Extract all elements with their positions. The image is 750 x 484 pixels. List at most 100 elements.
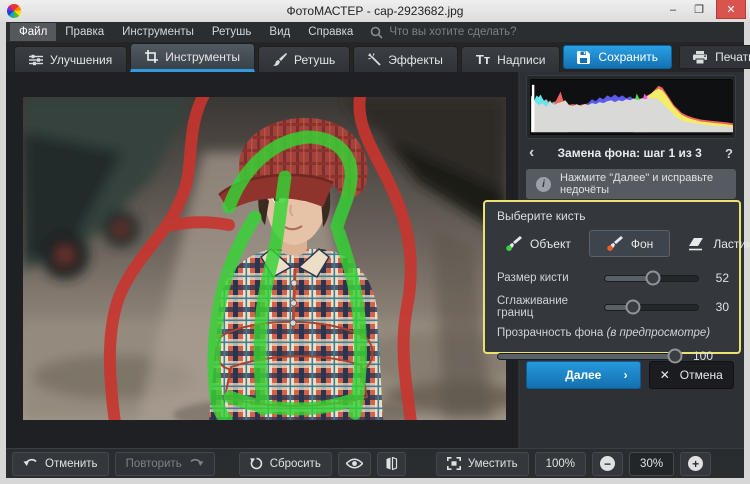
tab-tools[interactable]: Инструменты: [130, 43, 255, 72]
eraser-label: Ластик: [713, 237, 750, 251]
print-label: Печать: [715, 50, 750, 64]
edge-smoothing-row: Сглаживание границ 30: [497, 295, 729, 319]
background-opacity-note: (в предпросмотре): [607, 327, 711, 339]
background-brush-icon: [606, 236, 623, 251]
app-window: ФотоМАСТЕР - cap-2923682.jpg – ❐ ✕ Файл …: [0, 0, 750, 484]
sliders-icon: [29, 54, 43, 66]
object-brush-button[interactable]: Объект: [497, 231, 579, 256]
histogram-chart: [531, 80, 733, 134]
menu-view[interactable]: Вид: [260, 23, 299, 41]
eraser-icon: [688, 237, 705, 251]
reset-button[interactable]: Сбросить: [239, 452, 332, 476]
background-opacity-row: 100: [497, 344, 729, 368]
fit-button[interactable]: Уместить: [436, 452, 529, 476]
brush-panel-title: Выберите кисть: [497, 209, 729, 223]
undo-label: Отменить: [45, 458, 98, 470]
save-label: Сохранить: [598, 50, 658, 64]
zoom-out-button[interactable]: −: [592, 452, 623, 476]
brush-settings-panel: Выберите кисть Объект Фон Ластик Размер …: [483, 200, 741, 354]
fit-label: Уместить: [468, 458, 518, 470]
edge-smoothing-label: Сглаживание границ: [497, 295, 604, 319]
undo-button[interactable]: Отменить: [12, 452, 109, 476]
menubar: Файл Правка Инструменты Ретушь Вид Справ…: [6, 22, 744, 42]
step-title: Замена фона: шаг 1 из 3: [534, 146, 725, 160]
before-after-button[interactable]: [377, 452, 406, 476]
slider-knob[interactable]: [667, 349, 682, 364]
search-placeholder: Что вы хотите сделать?: [389, 26, 516, 38]
background-opacity-slider[interactable]: [497, 353, 683, 360]
chevron-right-icon: ›: [624, 368, 628, 382]
minus-icon: −: [600, 456, 615, 471]
menu-tools[interactable]: Инструменты: [113, 23, 203, 41]
redo-label: Повторить: [126, 458, 182, 470]
tabbar: Улучшения Инструменты Ретушь Эффекты Tт …: [6, 42, 744, 72]
search-box[interactable]: Что вы хотите сделать?: [370, 26, 516, 39]
brush-size-row: Размер кисти 52: [497, 266, 729, 290]
redo-button[interactable]: Повторить: [115, 452, 215, 476]
step-header: ‹ Замена фона: шаг 1 из 3 ?: [518, 139, 744, 167]
next-label: Далее: [565, 368, 601, 382]
tab-label: Ретушь: [294, 53, 335, 67]
tab-captions[interactable]: Tт Надписи: [461, 46, 561, 72]
reset-icon: [250, 457, 263, 470]
printer-icon: [693, 51, 707, 64]
background-opacity-label-row: Прозрачность фона (в предпросмотре): [497, 324, 729, 342]
search-icon: [370, 26, 383, 39]
background-opacity-label: Прозрачность фона (в предпросмотре): [497, 327, 729, 339]
menu-help[interactable]: Справка: [299, 23, 362, 41]
reset-label: Сбросить: [270, 458, 321, 470]
plus-icon: +: [688, 456, 703, 471]
redo-icon: [189, 458, 204, 469]
fit-screen-icon: [447, 457, 461, 470]
photo-image: [23, 97, 506, 420]
object-brush-icon: [505, 236, 522, 251]
background-brush-button[interactable]: Фон: [589, 230, 670, 257]
save-icon: [577, 51, 590, 64]
window-title: ФотоМАСТЕР - cap-2923682.jpg: [0, 4, 750, 18]
tab-retouch[interactable]: Ретушь: [258, 46, 350, 72]
histogram-panel: [526, 75, 736, 139]
cancel-label: Отмена: [680, 368, 723, 382]
tab-label: Надписи: [497, 53, 545, 67]
print-button[interactable]: Печать: [679, 45, 750, 69]
background-brush-label: Фон: [631, 237, 653, 251]
zoom-in-button[interactable]: +: [680, 452, 711, 476]
brush-size-label: Размер кисти: [497, 272, 604, 284]
edge-smoothing-slider[interactable]: [604, 304, 699, 311]
eraser-button[interactable]: Ластик: [680, 232, 750, 256]
photo-canvas[interactable]: [23, 97, 506, 420]
magic-wand-icon: [368, 53, 381, 66]
save-button[interactable]: Сохранить: [563, 45, 672, 69]
brush-selector: Объект Фон Ластик: [497, 230, 729, 257]
object-brush-label: Объект: [530, 237, 571, 251]
tab-label: Эффекты: [388, 53, 443, 67]
help-icon[interactable]: ?: [725, 146, 733, 161]
crop-icon: [145, 50, 158, 63]
workspace: ‹ Замена фона: шаг 1 из 3 ? i Нажмите "Д…: [6, 72, 744, 448]
background-opacity-value: 100: [683, 349, 713, 363]
brush-size-slider[interactable]: [604, 275, 699, 282]
menu-edit[interactable]: Правка: [56, 23, 113, 41]
tab-effects[interactable]: Эффекты: [353, 46, 458, 72]
background-opacity-label-text: Прозрачность фона: [497, 327, 603, 339]
menu-retouch[interactable]: Ретушь: [203, 23, 261, 41]
close-x-icon: ✕: [660, 368, 670, 382]
bottom-toolbar: Отменить Повторить Сбросить Уместить 100…: [6, 448, 744, 478]
tab-label: Инструменты: [165, 50, 240, 64]
brush-icon: [273, 53, 287, 66]
tab-enhancements[interactable]: Улучшения: [14, 46, 127, 72]
preview-original-button[interactable]: [338, 452, 371, 476]
before-after-icon: [385, 457, 398, 470]
info-icon: i: [536, 177, 551, 192]
menu-file[interactable]: Файл: [10, 23, 56, 41]
zoom-100-button[interactable]: 100%: [535, 452, 586, 476]
brush-size-value: 52: [699, 271, 729, 285]
undo-icon: [23, 458, 38, 469]
text-icon: Tт: [476, 52, 490, 67]
zoom-level-value: 30%: [629, 452, 674, 476]
info-box: i Нажмите "Далее" и исправьте недочёты: [526, 169, 736, 199]
edge-smoothing-value: 30: [699, 300, 729, 314]
slider-knob[interactable]: [646, 271, 661, 286]
slider-knob[interactable]: [625, 300, 640, 315]
titlebar: ФотоМАСТЕР - cap-2923682.jpg – ❐ ✕: [0, 0, 750, 22]
